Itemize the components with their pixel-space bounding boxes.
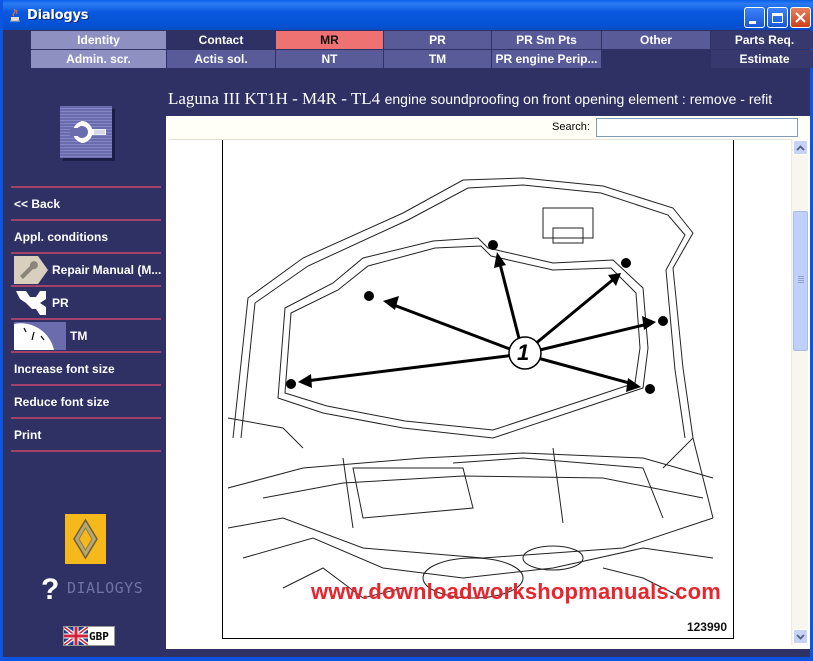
tab-other[interactable]: Other <box>602 31 710 49</box>
tab-tm[interactable]: TM <box>384 50 491 68</box>
window-title: Dialogys <box>27 8 89 23</box>
sidebar: << Back Appl. conditions Repair Manual (… <box>6 70 163 657</box>
uk-flag-icon <box>64 627 88 645</box>
tab-pr[interactable]: PR <box>384 31 491 49</box>
tab-mr[interactable]: MR <box>276 31 383 49</box>
app-window: Dialogys Identity Contact MR PR PR Sm Pt… <box>0 0 813 661</box>
sidebar-item-label: << Back <box>14 196 61 211</box>
chevron-up-icon <box>796 144 805 151</box>
sidebar-item-label: TM <box>70 328 88 343</box>
page-title: Laguna III KT1H - M4R - TL4 engine sound… <box>168 89 813 113</box>
sidebar-item-appl-conditions[interactable]: Appl. conditions <box>11 221 161 252</box>
tab-contact[interactable]: Contact <box>167 31 275 49</box>
java-cup-icon <box>10 8 20 22</box>
parts-icon <box>16 290 46 315</box>
sidebar-item-increase-font[interactable]: Increase font size <box>11 353 161 384</box>
sidebar-item-repair-manual[interactable]: Repair Manual (M... <box>11 254 161 285</box>
close-button[interactable] <box>790 7 811 28</box>
vehicle-model: Laguna III KT1H - M4R - TL4 <box>168 89 381 108</box>
sidebar-item-tm[interactable]: TM <box>11 320 161 351</box>
close-icon <box>795 12 806 23</box>
technical-figure: 1 123990 <box>222 140 734 639</box>
figure-number: 123990 <box>686 620 727 634</box>
top-navigation: Identity Contact MR PR PR Sm Pts Other P… <box>31 31 813 69</box>
maximize-button[interactable] <box>767 7 788 28</box>
watermark: www.downloadworkshopmanuals.com <box>311 579 721 604</box>
scroll-thumb[interactable] <box>793 211 808 351</box>
sidebar-item-label: PR <box>52 295 69 310</box>
tab-actis-sol[interactable]: Actis sol. <box>167 50 275 68</box>
renault-logo <box>65 514 106 564</box>
dialogys-logo-text: DIALOGYS <box>67 579 144 597</box>
sidebar-item-back[interactable]: << Back <box>11 188 161 219</box>
scroll-down-button[interactable] <box>793 629 808 644</box>
dialogys-logo: ? DIALOGYS <box>41 573 151 606</box>
document-pane: 1 123990 www.downloadworkshopmanuals.com <box>169 139 791 645</box>
tab-identity[interactable]: Identity <box>31 31 166 49</box>
minimize-button[interactable] <box>744 7 765 28</box>
repair-manual-icon <box>14 255 48 284</box>
language-selector[interactable]: GBP <box>63 626 115 646</box>
operation-title: engine soundproofing on front opening el… <box>384 91 773 107</box>
sidebar-item-label: Increase font size <box>14 361 115 376</box>
language-code: GBP <box>89 629 109 643</box>
wrench-icon <box>60 106 112 158</box>
tab-empty <box>602 50 710 68</box>
scroll-up-button[interactable] <box>793 140 808 155</box>
document-viewer: Search: 1 123990 www.downloadworkshopman… <box>166 116 810 649</box>
tab-admin-scr[interactable]: Admin. scr. <box>31 50 166 68</box>
tab-estimate[interactable]: Estimate <box>711 50 813 68</box>
minimize-icon <box>749 20 756 24</box>
sidebar-menu: << Back Appl. conditions Repair Manual (… <box>11 186 161 452</box>
tab-nt[interactable]: NT <box>276 50 383 68</box>
search-input[interactable] <box>596 118 798 137</box>
gauge-icon <box>14 321 66 350</box>
search-label: Search: <box>552 121 590 133</box>
help-icon: ? <box>41 573 60 606</box>
maximize-icon <box>772 12 783 23</box>
sidebar-item-print[interactable]: Print <box>11 419 161 450</box>
tab-pr-sm-pts[interactable]: PR Sm Pts <box>492 31 601 49</box>
tab-parts-req[interactable]: Parts Req. <box>711 31 813 49</box>
callout-label: 1 <box>517 340 530 365</box>
grip-icon <box>798 276 804 284</box>
sidebar-item-pr[interactable]: PR <box>11 287 161 318</box>
sidebar-item-label: Repair Manual (M... <box>52 262 161 277</box>
tab-pr-engine-perip[interactable]: PR engine Perip... <box>492 50 601 68</box>
sidebar-item-label: Print <box>14 427 42 442</box>
sidebar-item-label: Reduce font size <box>14 394 110 409</box>
menu-divider <box>11 450 161 452</box>
title-bar[interactable]: Dialogys <box>3 0 813 30</box>
hood-diagram <box>227 177 714 599</box>
sidebar-item-reduce-font[interactable]: Reduce font size <box>11 386 161 417</box>
vertical-scrollbar[interactable] <box>791 139 808 645</box>
sidebar-item-label: Appl. conditions <box>14 229 108 244</box>
chevron-down-icon <box>796 633 805 640</box>
